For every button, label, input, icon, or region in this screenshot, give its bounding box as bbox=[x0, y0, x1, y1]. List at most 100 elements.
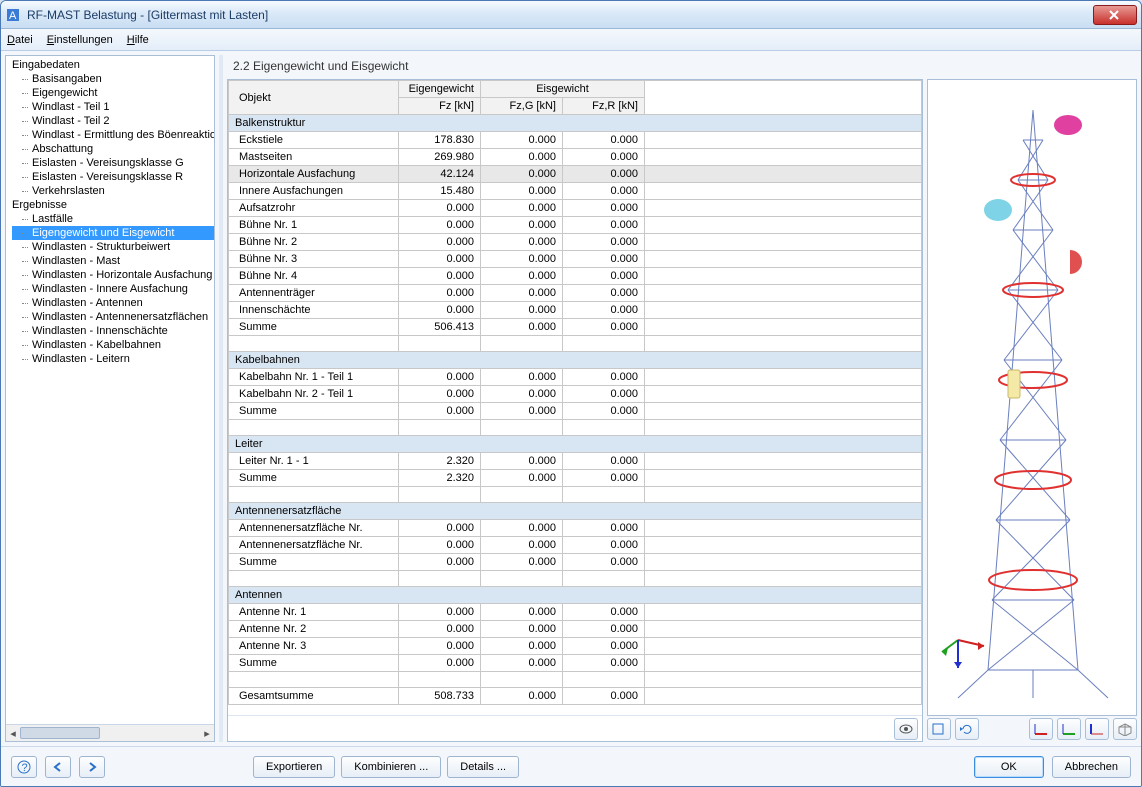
view-x-button[interactable] bbox=[1029, 718, 1053, 740]
tree-item[interactable]: Windlasten - Leitern bbox=[12, 352, 214, 366]
table-group-row[interactable]: Kabelbahnen bbox=[229, 352, 922, 369]
tree-item[interactable]: Windlasten - Innere Ausfachung bbox=[12, 282, 214, 296]
tree-group-results[interactable]: Ergebnisse bbox=[6, 198, 214, 212]
tree-item[interactable]: Eislasten - Vereisungsklasse G bbox=[12, 156, 214, 170]
table-row[interactable]: Mastseiten269.9800.0000.000 bbox=[229, 149, 922, 166]
combine-button[interactable]: Kombinieren ... bbox=[341, 756, 441, 778]
scroll-right-icon[interactable]: ▸ bbox=[200, 725, 214, 741]
table-row[interactable]: Antennenersatzfläche Nr.0.0000.0000.000 bbox=[229, 537, 922, 554]
cell-object: Bühne Nr. 4 bbox=[229, 268, 399, 285]
tree-group-input[interactable]: Eingabedaten bbox=[6, 58, 214, 72]
cell-value: 0.000 bbox=[481, 285, 563, 302]
table-row[interactable]: Antenne Nr. 10.0000.0000.000 bbox=[229, 604, 922, 621]
cell-value: 0.000 bbox=[399, 386, 481, 403]
table-row[interactable] bbox=[229, 672, 922, 688]
cell-value: 0.000 bbox=[399, 554, 481, 571]
tree-item[interactable]: Eigengewicht und Eisgewicht bbox=[12, 226, 214, 240]
cell-value bbox=[645, 302, 922, 319]
table-row[interactable]: Eckstiele178.8300.0000.000 bbox=[229, 132, 922, 149]
table-row[interactable] bbox=[229, 336, 922, 352]
tree-item[interactable]: Abschattung bbox=[12, 142, 214, 156]
cell-value: 0.000 bbox=[399, 403, 481, 420]
table-row[interactable] bbox=[229, 487, 922, 503]
tree-item[interactable]: Eislasten - Vereisungsklasse R bbox=[12, 170, 214, 184]
cell-value bbox=[645, 183, 922, 200]
tree-horizontal-scrollbar[interactable]: ◂ ▸ bbox=[6, 724, 214, 741]
view-iso-button[interactable] bbox=[1113, 718, 1137, 740]
viewer-tool-2-button[interactable] bbox=[955, 718, 979, 740]
table-row[interactable]: Bühne Nr. 10.0000.0000.000 bbox=[229, 217, 922, 234]
ok-button[interactable]: OK bbox=[974, 756, 1044, 778]
results-table[interactable]: Objekt Eigengewicht Eisgewicht Fz [kN] F… bbox=[228, 80, 922, 705]
tree-item[interactable]: Windlasten - Strukturbeiwert bbox=[12, 240, 214, 254]
table-row[interactable]: Aufsatzrohr0.0000.0000.000 bbox=[229, 200, 922, 217]
table-row[interactable] bbox=[229, 420, 922, 436]
table-row[interactable]: Innere Ausfachungen15.4800.0000.000 bbox=[229, 183, 922, 200]
help-button[interactable]: ? bbox=[11, 756, 37, 778]
table-row[interactable]: Innenschächte0.0000.0000.000 bbox=[229, 302, 922, 319]
cell-value bbox=[399, 336, 481, 352]
cell-object: Leiter Nr. 1 - 1 bbox=[229, 453, 399, 470]
tree-item[interactable]: Windlasten - Horizontale Ausfachung bbox=[12, 268, 214, 282]
tree-item[interactable]: Windlasten - Antennen bbox=[12, 296, 214, 310]
cell-object: Bühne Nr. 3 bbox=[229, 251, 399, 268]
scroll-thumb[interactable] bbox=[20, 727, 100, 739]
export-button[interactable]: Exportieren bbox=[253, 756, 335, 778]
table-row[interactable]: Summe0.0000.0000.000 bbox=[229, 403, 922, 420]
cancel-button[interactable]: Abbrechen bbox=[1052, 756, 1131, 778]
table-row[interactable]: Gesamtsumme508.7330.0000.000 bbox=[229, 688, 922, 705]
tree-item[interactable]: Windlast - Teil 1 bbox=[12, 100, 214, 114]
menu-help[interactable]: Hilfe bbox=[127, 34, 149, 46]
table-row[interactable]: Kabelbahn Nr. 2 - Teil 10.0000.0000.000 bbox=[229, 386, 922, 403]
table-row[interactable]: Bühne Nr. 20.0000.0000.000 bbox=[229, 234, 922, 251]
table-group-row[interactable]: Leiter bbox=[229, 436, 922, 453]
next-page-button[interactable] bbox=[79, 756, 105, 778]
menu-file[interactable]: Datei bbox=[7, 34, 33, 46]
close-button[interactable] bbox=[1093, 5, 1137, 25]
group-title: Antennenersatzfläche bbox=[229, 503, 922, 520]
menubar: Datei Einstellungen Hilfe bbox=[1, 29, 1141, 51]
tree-item[interactable]: Windlasten - Mast bbox=[12, 254, 214, 268]
splitter[interactable] bbox=[219, 55, 223, 742]
tree-item[interactable]: Windlasten - Antennenersatzflächen bbox=[12, 310, 214, 324]
details-button[interactable]: Details ... bbox=[447, 756, 519, 778]
table-row[interactable]: Bühne Nr. 40.0000.0000.000 bbox=[229, 268, 922, 285]
tree-item[interactable]: Windlasten - Innenschächte bbox=[12, 324, 214, 338]
table-row[interactable]: Bühne Nr. 30.0000.0000.000 bbox=[229, 251, 922, 268]
cell-value: 0.000 bbox=[481, 520, 563, 537]
table-row[interactable]: Summe0.0000.0000.000 bbox=[229, 655, 922, 672]
prev-page-button[interactable] bbox=[45, 756, 71, 778]
cell-value bbox=[481, 571, 563, 587]
cell-value: 0.000 bbox=[481, 217, 563, 234]
tree-item[interactable]: Windlast - Teil 2 bbox=[12, 114, 214, 128]
table-row[interactable]: Antenne Nr. 30.0000.0000.000 bbox=[229, 638, 922, 655]
table-row[interactable]: Leiter Nr. 1 - 12.3200.0000.000 bbox=[229, 453, 922, 470]
table-row[interactable]: Summe506.4130.0000.000 bbox=[229, 319, 922, 336]
view-z-button[interactable] bbox=[1085, 718, 1109, 740]
model-viewer[interactable] bbox=[927, 79, 1137, 716]
tree-item[interactable]: Basisangaben bbox=[12, 72, 214, 86]
table-row[interactable]: Antenne Nr. 20.0000.0000.000 bbox=[229, 621, 922, 638]
tree-item[interactable]: Verkehrslasten bbox=[12, 184, 214, 198]
table-row[interactable]: Antennenträger0.0000.0000.000 bbox=[229, 285, 922, 302]
view-filter-button[interactable] bbox=[894, 718, 918, 740]
tree-item[interactable]: Eigengewicht bbox=[12, 86, 214, 100]
table-row[interactable]: Kabelbahn Nr. 1 - Teil 10.0000.0000.000 bbox=[229, 369, 922, 386]
tree-item[interactable]: Windlast - Ermittlung des Böenreaktions bbox=[12, 128, 214, 142]
table-row[interactable]: Antennenersatzfläche Nr.0.0000.0000.000 bbox=[229, 520, 922, 537]
menu-settings[interactable]: Einstellungen bbox=[47, 34, 113, 46]
table-row[interactable] bbox=[229, 571, 922, 587]
scroll-left-icon[interactable]: ◂ bbox=[6, 725, 20, 741]
table-row[interactable]: Summe2.3200.0000.000 bbox=[229, 470, 922, 487]
table-row[interactable]: Summe0.0000.0000.000 bbox=[229, 554, 922, 571]
table-row[interactable]: Horizontale Ausfachung42.1240.0000.000 bbox=[229, 166, 922, 183]
table-group-row[interactable]: Antennen bbox=[229, 587, 922, 604]
tree[interactable]: Eingabedaten BasisangabenEigengewichtWin… bbox=[6, 56, 214, 724]
cell-value: 0.000 bbox=[399, 520, 481, 537]
table-group-row[interactable]: Antennenersatzfläche bbox=[229, 503, 922, 520]
viewer-tool-1-button[interactable] bbox=[927, 718, 951, 740]
tree-item[interactable]: Lastfälle bbox=[12, 212, 214, 226]
tree-item[interactable]: Windlasten - Kabelbahnen bbox=[12, 338, 214, 352]
view-y-button[interactable] bbox=[1057, 718, 1081, 740]
table-group-row[interactable]: Balkenstruktur bbox=[229, 115, 922, 132]
